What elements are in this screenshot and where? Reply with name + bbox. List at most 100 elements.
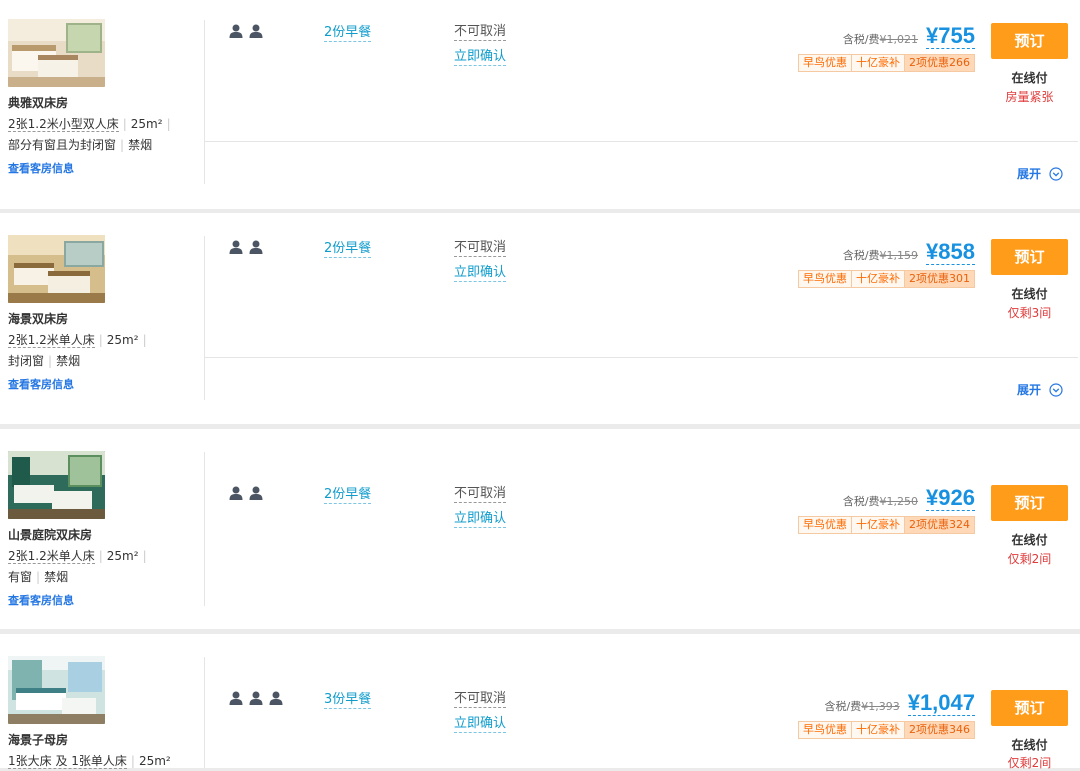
- payment-type: 在线付: [1011, 738, 1048, 752]
- room-name: 典雅双床房: [8, 96, 69, 110]
- divider: [204, 657, 205, 768]
- tax-label: 含税/费: [842, 495, 880, 508]
- discount-count-tag: 2项优惠266: [905, 55, 974, 71]
- divider: [204, 236, 205, 400]
- stock-status: 仅剩3间: [1007, 306, 1052, 320]
- discount-tags[interactable]: 早鸟优惠 十亿豪补 2项优惠346: [798, 721, 975, 739]
- room-area: 25m²: [106, 549, 139, 563]
- view-room-info-link[interactable]: 查看客房信息: [8, 376, 74, 392]
- room-bed-info: 2张1.2米小型双人床 | 25m² |: [8, 117, 171, 132]
- person-icon: [229, 24, 243, 38]
- room-window-info: 部分有窗且为封闭窗 | 禁烟: [8, 138, 153, 152]
- breakfast-info[interactable]: 2份早餐: [324, 487, 372, 504]
- room-card: 山景庭院双床房 2张1.2米单人床 | 25m² | 有窗 | 禁烟 查看客房信息 2份早…: [0, 429, 1080, 629]
- original-price: ¥1,159: [879, 249, 919, 262]
- instant-confirm[interactable]: 立即确认: [454, 511, 507, 528]
- tax-label: 含税/费: [824, 700, 862, 713]
- room-card: 海景子母房 1张大床 及 1张单人床 | 25m² 3份早餐 不可取消 立即确认 含…: [0, 634, 1080, 770]
- price-row: 含税/费 ¥1,250 ¥926: [843, 486, 975, 511]
- person-icon: [229, 691, 243, 705]
- window-type: 有窗: [8, 570, 33, 584]
- expand-button[interactable]: 展开: [1017, 165, 1063, 182]
- cancellation-policy[interactable]: 不可取消: [454, 24, 507, 41]
- chevron-down-icon: [1049, 382, 1063, 397]
- early-bird-tag: 早鸟优惠: [799, 271, 851, 287]
- instant-confirm[interactable]: 立即确认: [454, 716, 507, 733]
- breakfast-info[interactable]: 2份早餐: [324, 241, 372, 258]
- person-icon: [229, 486, 243, 500]
- discount-tags[interactable]: 早鸟优惠 十亿豪补 2项优惠324: [798, 516, 975, 534]
- bed-type[interactable]: 2张1.2米单人床: [8, 549, 95, 564]
- book-button[interactable]: 预订: [991, 485, 1068, 521]
- book-button[interactable]: 预订: [991, 690, 1068, 726]
- view-room-info-link[interactable]: 查看客房信息: [8, 160, 74, 176]
- bed-type[interactable]: 2张1.2米单人床: [8, 333, 95, 348]
- guest-capacity: [229, 691, 283, 705]
- person-icon: [249, 486, 263, 500]
- room-name: 海景双床房: [8, 312, 69, 326]
- current-price[interactable]: ¥858: [926, 240, 975, 265]
- subsidy-tag: 十亿豪补: [851, 517, 905, 533]
- guest-capacity: [229, 24, 263, 38]
- breakfast-info[interactable]: 3份早餐: [324, 692, 372, 709]
- expand-label: 展开: [1017, 167, 1042, 181]
- room-bed-info: 2张1.2米单人床 | 25m² |: [8, 333, 147, 348]
- current-price[interactable]: ¥926: [926, 486, 975, 511]
- room-window-info: 有窗 | 禁烟: [8, 570, 69, 584]
- room-area: 25m²: [106, 333, 139, 347]
- guest-capacity: [229, 486, 263, 500]
- tax-label: 含税/费: [842, 249, 880, 262]
- divider: [205, 357, 1078, 358]
- subsidy-tag: 十亿豪补: [851, 55, 905, 71]
- room-name: 山景庭院双床房: [8, 528, 93, 542]
- chevron-down-icon: [1049, 166, 1063, 181]
- window-type: 部分有窗且为封闭窗: [8, 138, 117, 152]
- smoking-policy: 禁烟: [56, 354, 81, 368]
- current-price[interactable]: ¥1,047: [907, 691, 975, 716]
- payment-type: 在线付: [1011, 71, 1048, 85]
- breakfast-info[interactable]: 2份早餐: [324, 25, 372, 42]
- bed-type[interactable]: 2张1.2米小型双人床: [8, 117, 119, 132]
- room-window-info: 封闭窗 | 禁烟: [8, 354, 81, 368]
- discount-tags[interactable]: 早鸟优惠 十亿豪补 2项优惠301: [798, 270, 975, 288]
- person-icon: [249, 24, 263, 38]
- room-card: 典雅双床房 2张1.2米小型双人床 | 25m² | 部分有窗且为封闭窗 | 禁烟 查看客…: [0, 0, 1080, 209]
- subsidy-tag: 十亿豪补: [851, 722, 905, 738]
- discount-count-tag: 2项优惠346: [905, 722, 974, 738]
- person-icon: [249, 691, 263, 705]
- bed-type[interactable]: 1张大床 及 1张单人床: [8, 754, 127, 769]
- room-bed-info: 1张大床 及 1张单人床 | 25m²: [8, 754, 171, 769]
- early-bird-tag: 早鸟优惠: [799, 517, 851, 533]
- current-price[interactable]: ¥755: [926, 24, 975, 49]
- room-thumbnail[interactable]: [8, 656, 105, 724]
- window-type: 封闭窗: [8, 354, 45, 368]
- room-thumbnail[interactable]: [8, 235, 105, 303]
- view-room-info-link[interactable]: 查看客房信息: [8, 592, 74, 608]
- room-area: 25m²: [138, 754, 171, 768]
- book-button[interactable]: 预订: [991, 23, 1068, 59]
- book-button[interactable]: 预订: [991, 239, 1068, 275]
- expand-label: 展开: [1017, 383, 1042, 397]
- discount-tags[interactable]: 早鸟优惠 十亿豪补 2项优惠266: [798, 54, 975, 72]
- original-price: ¥1,393: [861, 700, 900, 713]
- early-bird-tag: 早鸟优惠: [799, 55, 851, 71]
- person-icon: [229, 240, 243, 254]
- cancellation-policy[interactable]: 不可取消: [454, 486, 507, 503]
- expand-button[interactable]: 展开: [1017, 381, 1063, 398]
- early-bird-tag: 早鸟优惠: [799, 722, 851, 738]
- payment-type: 在线付: [1011, 287, 1048, 301]
- room-name: 海景子母房: [8, 733, 69, 747]
- room-thumbnail[interactable]: [8, 19, 105, 87]
- discount-count-tag: 2项优惠301: [905, 271, 974, 287]
- instant-confirm[interactable]: 立即确认: [454, 49, 507, 66]
- smoking-policy: 禁烟: [128, 138, 153, 152]
- cancellation-policy[interactable]: 不可取消: [454, 240, 507, 257]
- cancellation-policy[interactable]: 不可取消: [454, 691, 507, 708]
- smoking-policy: 禁烟: [44, 570, 69, 584]
- instant-confirm[interactable]: 立即确认: [454, 265, 507, 282]
- room-thumbnail[interactable]: [8, 451, 105, 519]
- divider: [205, 141, 1078, 142]
- original-price: ¥1,250: [879, 495, 919, 508]
- room-area: 25m²: [130, 117, 163, 131]
- room-card: 海景双床房 2张1.2米单人床 | 25m² | 封闭窗 | 禁烟 查看客房信息 2份早餐…: [0, 213, 1080, 424]
